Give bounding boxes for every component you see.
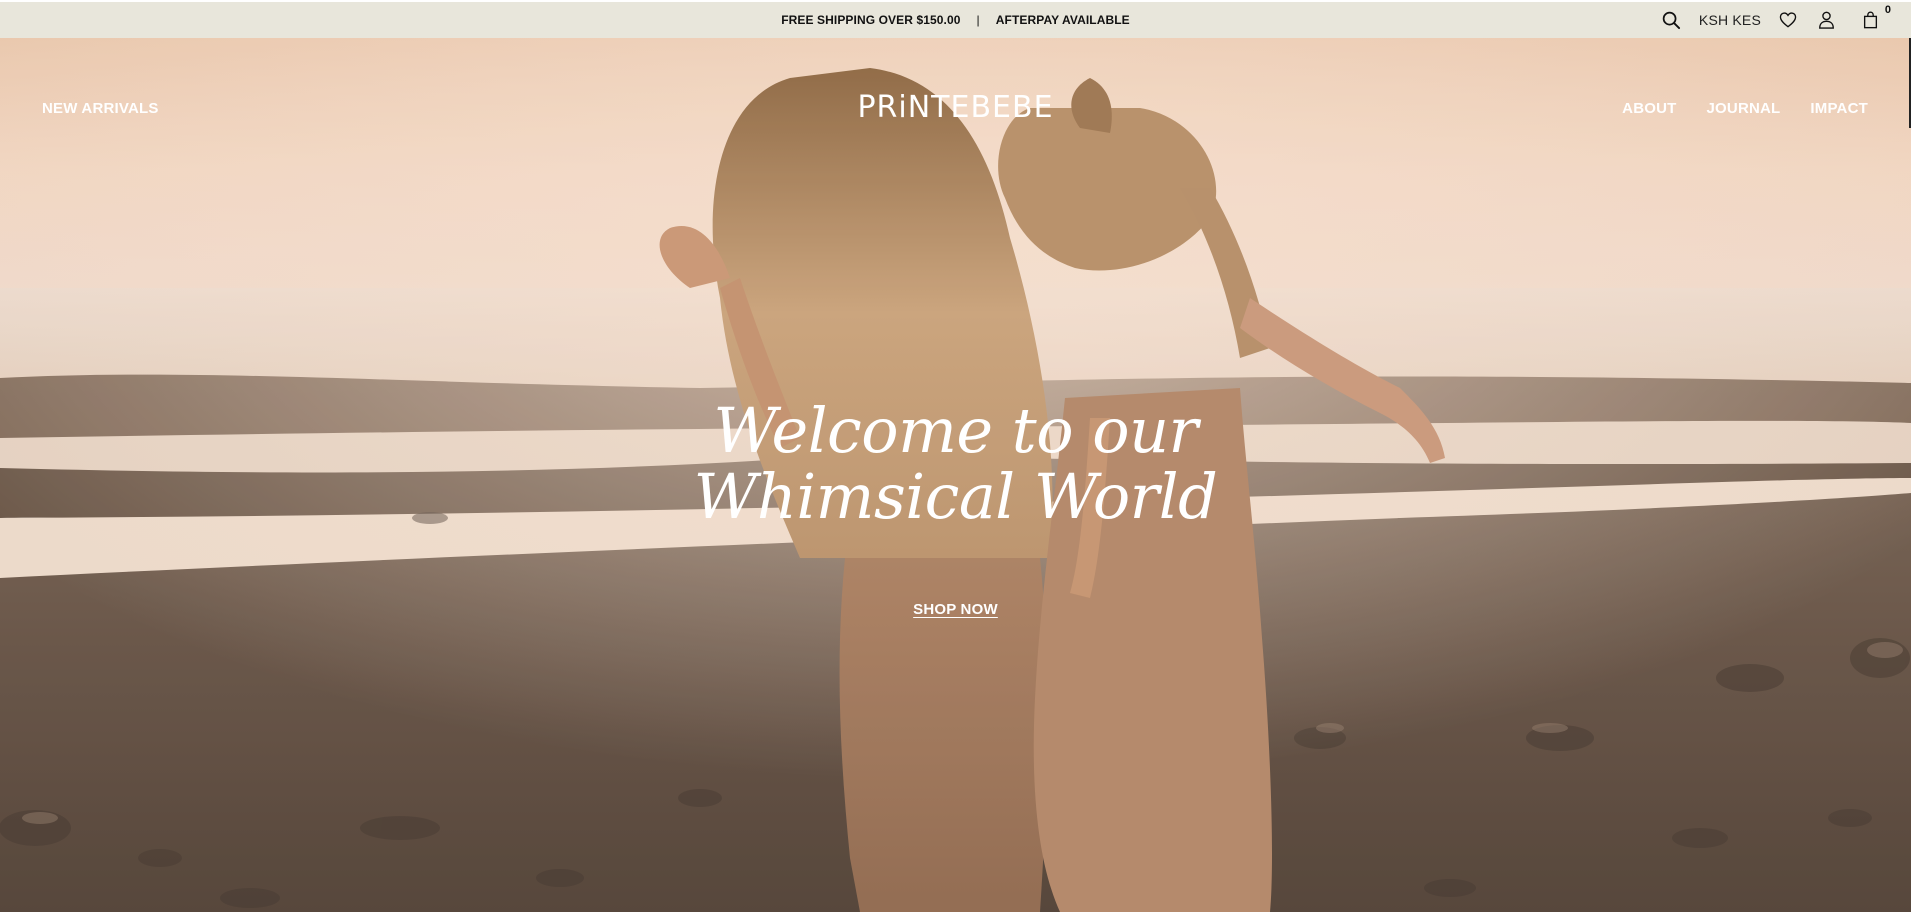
account-icon[interactable] — [1815, 9, 1837, 31]
announcement-bar: FREE SHIPPING OVER $150.00 | AFTERPAY AV… — [0, 2, 1911, 38]
nav-about[interactable]: ABOUT — [1622, 100, 1676, 117]
utility-nav: KSH KES 0 — [1645, 2, 1891, 38]
nav-impact[interactable]: IMPACT — [1810, 100, 1868, 117]
currency-selector[interactable]: KSH KES — [1699, 12, 1761, 28]
afterpay-text: AFTERPAY AVAILABLE — [995, 13, 1130, 27]
cart-count: 0 — [1884, 4, 1891, 16]
nav-journal[interactable]: JOURNAL — [1707, 100, 1781, 117]
search-icon[interactable] — [1661, 9, 1683, 31]
bag-icon — [1863, 11, 1878, 29]
announcement-message: FREE SHIPPING OVER $150.00 | AFTERPAY AV… — [0, 2, 1911, 38]
nav-right: ABOUT JOURNAL IMPACT — [1592, 100, 1868, 117]
page: FREE SHIPPING OVER $150.00 | AFTERPAY AV… — [0, 0, 1911, 912]
hero-title: Welcome to our Whimsical World — [0, 398, 1911, 530]
cart-button[interactable]: 0 — [1859, 4, 1891, 31]
shop-now-wrap: SHOP NOW — [0, 601, 1911, 619]
hero-title-line-1: Welcome to our — [713, 394, 1198, 467]
free-shipping-text: FREE SHIPPING OVER $150.00 — [781, 13, 961, 27]
hero-banner: NEW ARRIVALS PRiNTEBEBE ABOUT JOURNAL IM… — [0, 38, 1911, 912]
hero-title-line-2: Whimsical World — [693, 460, 1218, 533]
shop-now-button[interactable]: SHOP NOW — [913, 601, 998, 618]
heart-icon[interactable] — [1777, 9, 1799, 31]
announcement-separator: | — [976, 13, 980, 27]
